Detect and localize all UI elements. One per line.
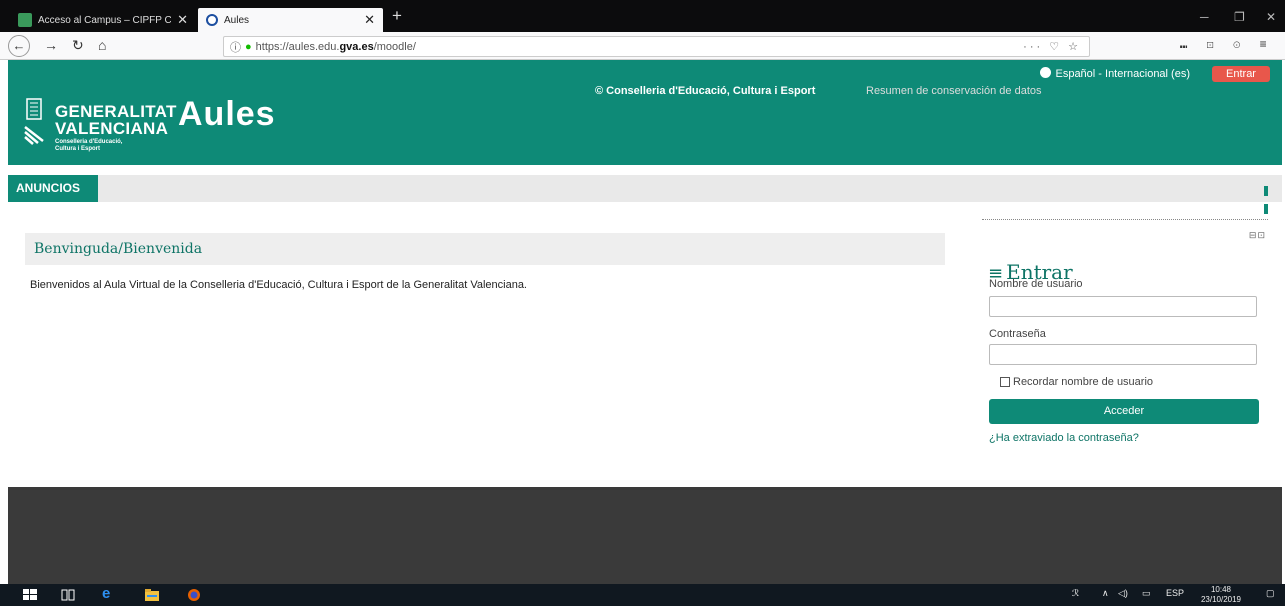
tab-title: Acceso al Campus – CIPFP Can [38, 14, 172, 26]
login-button-top[interactable]: Entrar [1212, 66, 1270, 82]
minimize-icon[interactable]: ─ [1200, 10, 1209, 24]
tab-title: Aules [224, 14, 250, 26]
remember-checkbox[interactable] [1000, 377, 1010, 387]
task-view-icon[interactable] [60, 588, 76, 602]
file-explorer-icon[interactable] [144, 588, 160, 602]
generalitat-logo-icon[interactable] [24, 97, 44, 147]
input-language[interactable]: ESP [1166, 588, 1184, 598]
brand-line-2: VALENCIANA [55, 119, 169, 138]
url-domain: gva.es [339, 40, 374, 53]
acceder-button[interactable]: Acceder [989, 399, 1259, 424]
windows-start-icon[interactable] [22, 588, 38, 602]
pause-icon[interactable] [1264, 183, 1274, 214]
edge-icon[interactable]: e [102, 585, 118, 602]
globe-icon [1040, 67, 1052, 78]
url-actions-icon[interactable]: ··· ♡ ☆ [1023, 40, 1081, 53]
login-block: ⊟⊡ ≡ Entrar Nombre de usuario Contraseña … [982, 219, 1268, 459]
url-bar[interactable]: ⓘ ● https://aules.edu. gva.es/moodle/ ···… [223, 36, 1090, 57]
tray-up-icon[interactable]: ∧ [1102, 588, 1109, 599]
language-selector[interactable]: Español - Internacional (es) [1040, 67, 1190, 80]
welcome-heading: Benvinguda/Bienvenida [25, 233, 945, 265]
url-suffix: /moodle/ [373, 40, 416, 53]
clock-time: 10:48 [1210, 585, 1232, 594]
language-label: Español - Internacional (es) [1055, 68, 1190, 80]
password-input[interactable] [989, 344, 1257, 365]
close-tab-icon[interactable]: ✕ [364, 12, 375, 28]
password-label: Contraseña [989, 328, 1046, 340]
system-clock[interactable]: 10:48 23/10/2019 [1196, 585, 1246, 605]
close-tab-icon[interactable]: ✕ [177, 12, 188, 28]
brand-line-4: Cultura i Esport [55, 146, 101, 152]
browser-navbar: ← → ↻ ⌂ ⓘ ● https://aules.edu. gva.es/moo… [0, 32, 1285, 60]
library-sidebar-account-icon[interactable]: ⑉ ⊡ ⊙ ≡ [1180, 37, 1275, 51]
campus-favicon-icon [18, 13, 32, 27]
url-prefix: https://aules.edu. [255, 40, 340, 53]
forward-icon[interactable]: → [44, 37, 58, 53]
remember-label: Recordar nombre de usuario [1013, 376, 1154, 388]
site-name[interactable]: Aules [178, 95, 276, 134]
taskbar: e ℛ ∧ ◁) ▭ ESP 10:48 23/10/2019 ▢ [0, 584, 1285, 606]
browser-tabbar: Acceso al Campus – CIPFP Can ✕ Aules ✕ +… [0, 0, 1285, 32]
page-footer [8, 487, 1282, 584]
aules-favicon-icon [206, 14, 218, 26]
people-icon[interactable]: ℛ [1072, 588, 1079, 599]
firefox-icon[interactable] [186, 588, 202, 602]
screen: Acceso al Campus – CIPFP Can ✕ Aules ✕ +… [0, 0, 1285, 606]
forgot-password-link[interactable]: ¿Ha extraviado la contraseña? [989, 432, 1139, 444]
site-header: GENERALITAT VALENCIANA Conselleria d'Edu… [8, 87, 1282, 165]
info-icon[interactable]: ⓘ [230, 39, 241, 55]
block-controls-icon[interactable]: ⊟⊡ [1249, 230, 1266, 241]
data-retention-link[interactable]: Resumen de conservación de datos [866, 85, 1042, 97]
menu-bar: ANUNCIOS [8, 175, 1282, 214]
username-label: Nombre de usuario [989, 278, 1083, 290]
welcome-text: Bienvenidos al Aula Virtual de la Consel… [30, 279, 527, 291]
top-strip: Español - Internacional (es) Entrar [8, 60, 1282, 87]
volume-icon[interactable]: ◁) [1118, 588, 1128, 599]
clock-date: 23/10/2019 [1200, 595, 1242, 604]
home-icon[interactable]: ⌂ [98, 37, 106, 53]
reload-icon[interactable]: ↻ [72, 37, 84, 54]
window-close-icon[interactable]: ✕ [1266, 10, 1276, 24]
browser-tab-aules[interactable]: Aules ✕ [198, 8, 383, 32]
brand-line-1: GENERALITAT [55, 102, 177, 121]
remember-username[interactable]: Recordar nombre de usuario [1000, 376, 1153, 388]
footer-copyright: © Conselleria d'Educació, Cultura i Espo… [595, 85, 816, 97]
menu-item-anuncios[interactable]: ANUNCIOS [8, 175, 98, 202]
restore-icon[interactable]: ❐ [1234, 10, 1245, 24]
back-icon[interactable]: ← [8, 35, 30, 57]
notifications-icon[interactable]: ▢ [1266, 588, 1275, 599]
browser-tab-campus[interactable]: Acceso al Campus – CIPFP Can ✕ [10, 8, 196, 32]
lock-icon[interactable]: ● [245, 41, 252, 53]
network-icon[interactable]: ▭ [1142, 588, 1151, 599]
username-input[interactable] [989, 296, 1257, 317]
brand-line-3: Conselleria d'Educació, [55, 139, 123, 145]
new-tab-icon[interactable]: + [392, 6, 402, 26]
